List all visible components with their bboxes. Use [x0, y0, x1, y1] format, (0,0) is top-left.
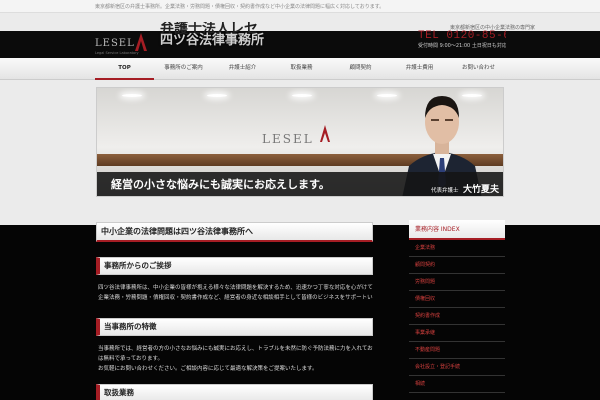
- sidebar-heading: 業務内容 INDEX: [409, 220, 505, 240]
- nav-item-services[interactable]: 取扱業務: [272, 58, 331, 80]
- firm-name[interactable]: 弁護士法人レセラ 四ツ谷法律事務所: [160, 22, 270, 48]
- body-line: 当事務所では、経営者の方の小さなお悩みにも誠実にお応えし、トラブルを未然に防ぐ予…: [98, 346, 373, 352]
- top-tagline-bar: 東京都新宿区の弁護士事務所。企業法務・労務問題・債権回収・契約書作成など中小企業…: [0, 0, 600, 13]
- body-line: 企業法務・労務問題・債権回収・契約書作成など、経営者の身近な相談相手として皆様の…: [98, 295, 373, 301]
- sidebar-item[interactable]: 顧問契約: [409, 257, 505, 274]
- body-line: お気軽にお問い合わせください。ご相談内容に応じて最適な解決策をご提案いたします。: [98, 366, 318, 372]
- hero-lawyer-role: 代表弁護士: [431, 188, 459, 194]
- section-heading-greeting: 事務所からのご挨拶: [96, 257, 373, 275]
- sidebar-item[interactable]: 労務問題: [409, 274, 505, 291]
- nav-item-lawyer[interactable]: 弁護士紹介: [213, 58, 272, 80]
- sidebar-item[interactable]: 相続: [409, 376, 505, 393]
- body-line: 四ツ谷法律事務所は、中小企業の皆様が抱える様々な法律問題を解決するため、迅速かつ…: [98, 285, 373, 291]
- ceiling-light: [207, 94, 227, 97]
- hero-banner: LESEL 経営の小さな悩みにも誠実にお応えします。 代表弁護士 大竹夏夫: [96, 87, 504, 197]
- logo-word: LESEL: [95, 38, 135, 49]
- phone-number[interactable]: TEL 0120-85-666: [418, 30, 506, 42]
- nav-item-contact[interactable]: お問い合わせ: [449, 58, 508, 80]
- sidebar-item[interactable]: 債権回収: [409, 291, 505, 308]
- hero-lawyer-name: 大竹夏夫: [463, 185, 500, 195]
- nav-item-top[interactable]: TOP: [95, 58, 154, 80]
- sidebar-item[interactable]: 企業法務: [409, 240, 505, 257]
- ceiling-light: [377, 94, 397, 97]
- global-nav: TOP 事務所のご案内 弁護士紹介 取扱業務 顧問契約 弁護士費用 お問い合わせ: [0, 58, 600, 80]
- hero-catchcopy: 経営の小さな悩みにも誠実にお応えします。: [111, 178, 330, 191]
- header-band: [0, 31, 600, 58]
- main-content: 中小企業の法律問題は四ツ谷法律事務所へ 事務所からのご挨拶 四ツ谷法律事務所は、…: [96, 222, 373, 400]
- sidebar: 業務内容 INDEX 企業法務 顧問契約 労務問題 債権回収 契約書作成 事業承…: [409, 220, 505, 393]
- reception-hours: 受付時間 9:00〜21:00 土日祝日も対応可能: [418, 43, 506, 49]
- nav-item-office[interactable]: 事務所のご案内: [154, 58, 213, 80]
- section-body-greeting: 四ツ谷法律事務所は、中小企業の皆様が抱える様々な法律問題を解決するため、迅速かつ…: [96, 275, 373, 318]
- sidebar-item[interactable]: 事業承継: [409, 325, 505, 342]
- top-tagline: 東京都新宿区の弁護士事務所。企業法務・労務問題・債権回収・契約書作成など中小企業…: [95, 4, 385, 10]
- site-logo[interactable]: LESEL Legal Service Laboratory: [95, 31, 155, 58]
- sidebar-item[interactable]: 会社設立・登記手続: [409, 359, 505, 376]
- section-body-features: 当事務所では、経営者の方の小さなお悩みにも誠実にお応えし、トラブルを未然に防ぐ予…: [96, 336, 373, 384]
- logo-sub: Legal Service Laboratory: [95, 51, 139, 55]
- ceiling-light: [292, 94, 312, 97]
- sidebar-item[interactable]: 契約書作成: [409, 308, 505, 325]
- nav-item-fees[interactable]: 弁護士費用: [390, 58, 449, 80]
- page-title: 中小企業の法律問題は四ツ谷法律事務所へ: [96, 222, 373, 242]
- hero-logo-mark-icon: [320, 125, 330, 142]
- section-heading-features: 当事務所の特徴: [96, 318, 373, 336]
- nav-item-retainer[interactable]: 顧問契約: [331, 58, 390, 80]
- ceiling-light: [122, 94, 142, 97]
- sidebar-item[interactable]: 不動産問題: [409, 342, 505, 359]
- hero-wall-logo: LESEL: [262, 132, 314, 146]
- logo-mark-icon: [135, 33, 147, 51]
- body-line: は無料で承っております。: [98, 356, 164, 362]
- section-heading-services: 取扱業務: [96, 384, 373, 400]
- firm-name-line2: 四ツ谷法律事務所: [160, 33, 265, 48]
